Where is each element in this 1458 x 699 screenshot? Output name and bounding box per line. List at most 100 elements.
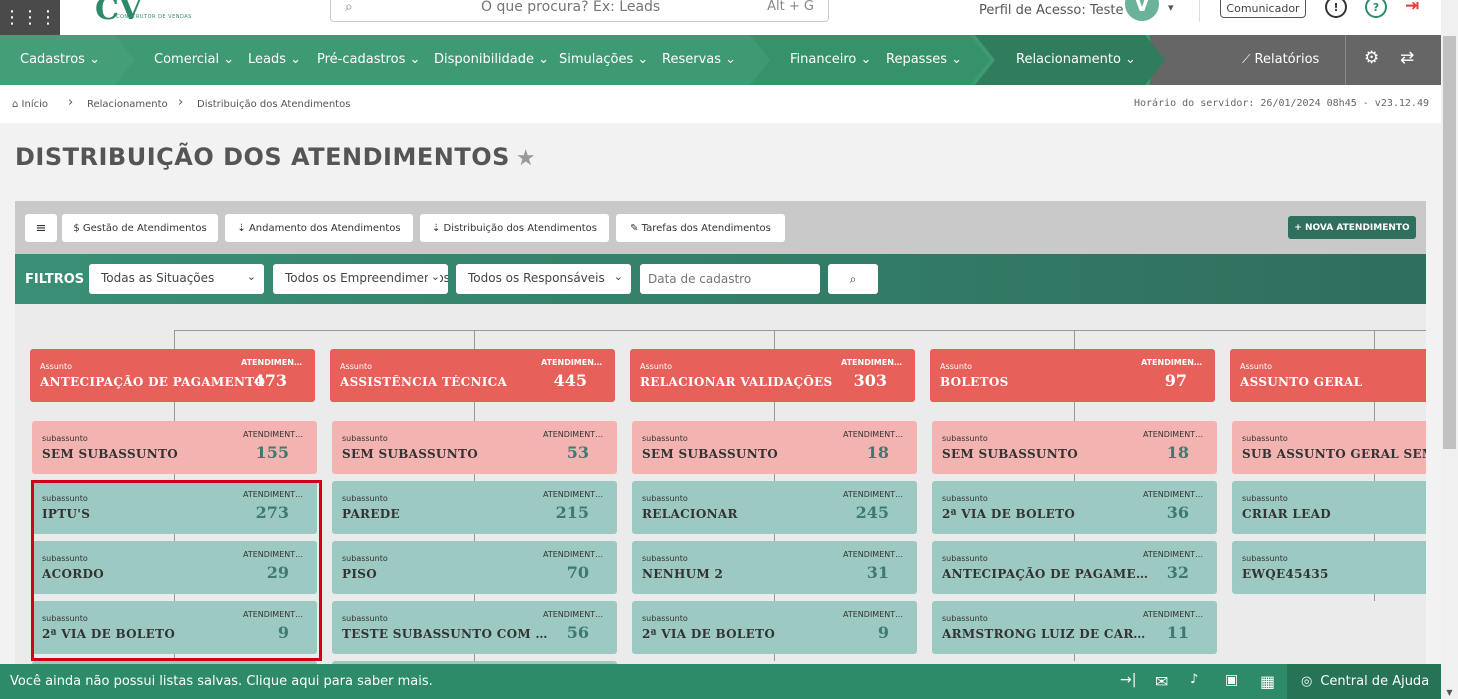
nav-label: Leads (248, 52, 287, 67)
assunto-card[interactable]: Assunto RELACIONAR VALIDAÇÕES ATENDIMENTOS… (630, 349, 915, 402)
chevron-right-icon: › (68, 95, 74, 110)
comunicador-button[interactable]: Comunicador (1220, 0, 1306, 18)
swap-icon[interactable]: ⇄ (1400, 48, 1414, 68)
card-title: ARMSTRONG LUIZ DE CARVALHO (942, 627, 1152, 641)
calculator-icon[interactable]: ▦ (1260, 672, 1275, 691)
filters-label: FILTROS (25, 272, 85, 287)
avatar[interactable]: V (1125, 0, 1159, 21)
global-search[interactable]: ⌕ Alt + G (330, 0, 829, 22)
subassunto-card[interactable]: subassunto TESTE SUBASSUNTO COM CARACTERE… (332, 601, 617, 654)
subassunto-card[interactable]: subassuntoCRIAR LEADATENDIMENTOS (1232, 481, 1426, 534)
scroll-down-icon[interactable]: ▼ (1441, 686, 1458, 699)
subassunto-card[interactable]: subassuntoEWQE45435ATENDIMENTOS (1232, 541, 1426, 594)
subassunto-card[interactable]: subassunto PISO ATENDIMENTOS 70 (332, 541, 617, 594)
bell-icon[interactable]: ♪ (1190, 672, 1198, 687)
assunto-card[interactable]: Assunto ANTECIPAÇÃO DE PAGAMENTO ATENDIMEN… (30, 349, 315, 402)
card-title: SEM SUBASSUNTO (342, 447, 478, 461)
nav-item-leads[interactable]: Leads ⌄ (248, 52, 301, 67)
nav-item-disponibilidade[interactable]: Disponibilidade ⌄ (434, 52, 549, 67)
favorite-star-icon[interactable]: ★ (516, 146, 536, 171)
card-count: 11 (1166, 623, 1189, 642)
assunto-card[interactable]: Assunto BOLETOS ATENDIMENTOS 97 (930, 349, 1215, 402)
empreendimento-select[interactable]: Todos os Empreendimentos ⌄ (273, 264, 448, 294)
nav-item-cadastros[interactable]: Cadastros ⌄ (20, 52, 100, 67)
breadcrumb-relacionamento[interactable]: Relacionamento (87, 99, 168, 110)
search-input[interactable] (481, 0, 761, 15)
responsavel-select[interactable]: Todos os Responsáveis ⌄ (456, 264, 631, 294)
card-title: ANTECIPAÇÃO DE PAGAMENTO (40, 375, 266, 389)
calendar-icon[interactable]: ▣ (1225, 672, 1238, 688)
card-count-label: ATENDIMENTOS (543, 430, 605, 439)
card-kind-label: subassunto (642, 614, 688, 623)
nav-label: Simulações (559, 52, 634, 67)
scrollbar-thumb[interactable] (1443, 36, 1456, 449)
subassunto-card[interactable]: subassunto PAREDE ATENDIMENTOS 215 (332, 481, 617, 534)
card-count: 31 (866, 563, 889, 582)
card-count-label: ATENDIMENTOS (1141, 358, 1203, 367)
tarefas-atendimentos-button[interactable]: ✎ Tarefas dos Atendimentos (616, 214, 785, 242)
subassunto-card[interactable]: subassunto 2ª VIA DE BOLETO ATENDIMENTOS 36 (932, 481, 1217, 534)
card-count-label: ATENDIMENTOS (543, 490, 605, 499)
subassunto-card[interactable]: subassuntoSUB ASSUNTO GERAL SEMATENDIMEN… (1232, 421, 1426, 474)
card-count-label: ATENDIMENTOS (841, 358, 903, 367)
card-kind-label: Assunto (640, 362, 672, 371)
subassunto-card[interactable]: subassunto RELACIONAR ATENDIMENTOS 245 (632, 481, 917, 534)
chevron-down-icon: ⌄ (427, 270, 440, 283)
card-count-label: ATENDIMENTOS (843, 610, 905, 619)
card-title: SEM SUBASSUNTO (942, 447, 1078, 461)
card-kind-label: subassunto (342, 494, 388, 503)
logout-icon[interactable]: ⇥ (1405, 0, 1419, 16)
info-icon[interactable]: ! (1325, 0, 1347, 18)
help-center-button[interactable]: ◎ Central de Ajuda (1287, 664, 1441, 699)
nav-item-financeiro[interactable]: Financeiro ⌄ (790, 52, 871, 67)
help-icon[interactable]: ? (1365, 0, 1387, 18)
subassunto-card[interactable]: subassunto ARMSTRONG LUIZ DE CARVALHO ATEN… (932, 601, 1217, 654)
saved-lists-message[interactable]: Você ainda não possui listas salvas. Cli… (10, 674, 433, 689)
search-button[interactable]: ⌕ (828, 264, 878, 294)
situacao-select[interactable]: Todas as Situações ⌄ (89, 264, 264, 294)
subassunto-card[interactable]: subassunto NENHUM 2 ATENDIMENTOS 31 (632, 541, 917, 594)
card-kind-label: subassunto (1242, 494, 1288, 503)
menu-icon[interactable]: ≡ (25, 214, 57, 242)
card-count: 70 (566, 563, 589, 582)
subassunto-card[interactable]: subassunto 2ª VIA DE BOLETO ATENDIMENTOS 9 (632, 601, 917, 654)
nav-label: Reservas (662, 52, 721, 67)
card-kind-label: subassunto (342, 614, 388, 623)
gear-icon[interactable]: ⚙ (1364, 48, 1379, 68)
nav-item-pre-cadastros[interactable]: Pré-cadastros ⌄ (317, 52, 420, 67)
subassunto-card[interactable]: subassunto ANTECIPAÇÃO DE PAGAMENTO ATENDI… (932, 541, 1217, 594)
card-kind-label: subassunto (1242, 554, 1288, 563)
gestao-atendimentos-button[interactable]: $ Gestão de Atendimentos (62, 214, 218, 242)
card-kind-label: subassunto (342, 554, 388, 563)
chevron-down-icon: ⌄ (610, 270, 623, 283)
distribuicao-atendimentos-button[interactable]: ⇣ Distribuição dos Atendimentos (420, 214, 609, 242)
assunto-card[interactable]: Assunto ASSISTÊNCIA TÉCNICA ATENDIMENTOS 44… (330, 349, 615, 402)
top-bar: ⋮⋮⋮ CV CONSTRUTOR DE VENDAS ⌕ Alt + G Pe… (0, 0, 1441, 35)
subassunto-card[interactable]: subassunto SEM SUBASSUNTO ATENDIMENTOS 155 (32, 421, 317, 474)
nav-item-reservas[interactable]: Reservas ⌄ (662, 52, 736, 67)
andamento-atendimentos-button[interactable]: ⇣ Andamento dos Atendimentos (225, 214, 413, 242)
nova-atendimento-button[interactable]: + NOVA ATENDIMENTO (1288, 216, 1416, 239)
nav-item-simulacoes[interactable]: Simulações ⌄ (559, 52, 648, 67)
subassunto-card[interactable]: subassunto SEM SUBASSUNTO ATENDIMENTOS 18 (932, 421, 1217, 474)
nav-relatorios[interactable]: ⟋ Relatórios (1242, 52, 1319, 67)
breadcrumb-home[interactable]: ⌂ Início (12, 99, 48, 110)
card-count: 245 (855, 503, 889, 522)
nav-item-repasses[interactable]: Repasses ⌄ (886, 52, 962, 67)
nav-item-relacionamento[interactable]: Relacionamento ⌄ (1016, 52, 1136, 67)
card-title: EWQE45435 (1242, 567, 1329, 581)
mail-icon[interactable]: ✉ (1155, 672, 1168, 691)
nav-label: Cadastros (20, 52, 85, 67)
subassunto-card[interactable]: subassunto SEM SUBASSUNTO ATENDIMENTOS 18 (632, 421, 917, 474)
toolbar: ≡ $ Gestão de Atendimentos ⇣ Andamento d… (15, 201, 1426, 254)
data-cadastro-input[interactable] (640, 264, 820, 294)
nav-item-comercial[interactable]: Comercial ⌄ (154, 52, 234, 67)
subassunto-card[interactable]: subassunto SEM SUBASSUNTO ATENDIMENTOS 53 (332, 421, 617, 474)
card-kind-label: subassunto (942, 494, 988, 503)
collapse-icon[interactable]: →| (1120, 672, 1136, 688)
assunto-card[interactable]: AssuntoASSUNTO GERALATENDIMENTOS (1230, 349, 1426, 402)
card-title: ASSUNTO GERAL (1240, 375, 1363, 389)
apps-grid-icon[interactable]: ⋮⋮⋮ (0, 0, 60, 35)
home-icon: ⌂ (12, 99, 19, 110)
chevron-down-icon[interactable]: ▾ (1168, 1, 1174, 14)
